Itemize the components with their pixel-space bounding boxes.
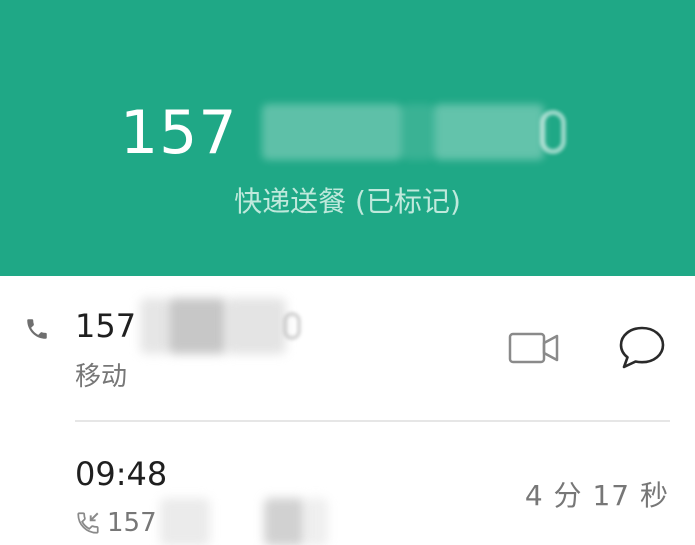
call-duration: 4 分 17 秒 [524,479,669,512]
redacted-digits [168,298,226,354]
contact-detail-screen: 157 快递送餐 (已标记) 157 移动 09:48 157 4 分 17 秒 [0,0,695,545]
redacted-digits [304,498,328,545]
redacted-digits [262,104,402,160]
number-tag-label: 快递送餐 (已标记) [234,185,461,218]
redacted-digits [264,498,304,545]
phone-number: 157 [75,307,137,345]
carrier-label: 移动 [75,362,128,392]
redacted-digits [140,298,168,354]
phone-number-row[interactable]: 157 移动 [0,276,695,422]
header-phone-number: 157 [120,98,238,168]
redacted-digits [540,110,566,154]
incoming-call-icon [77,512,99,534]
call-log-number: 157 [75,506,157,540]
phone-icon [27,319,47,339]
header-number-prefix: 157 [120,98,238,168]
video-call-icon[interactable] [504,326,562,370]
call-time: 09:48 [75,455,168,493]
redacted-digits [402,104,434,160]
redacted-digits [434,104,544,160]
redacted-digits [283,312,301,340]
call-log-number-prefix: 157 [107,508,157,538]
contact-header: 157 快递送餐 (已标记) [0,0,695,276]
call-log-row[interactable]: 09:48 157 4 分 17 秒 [0,422,695,545]
redacted-digits [160,498,210,545]
redacted-digits [226,298,286,354]
message-icon[interactable] [616,322,668,372]
